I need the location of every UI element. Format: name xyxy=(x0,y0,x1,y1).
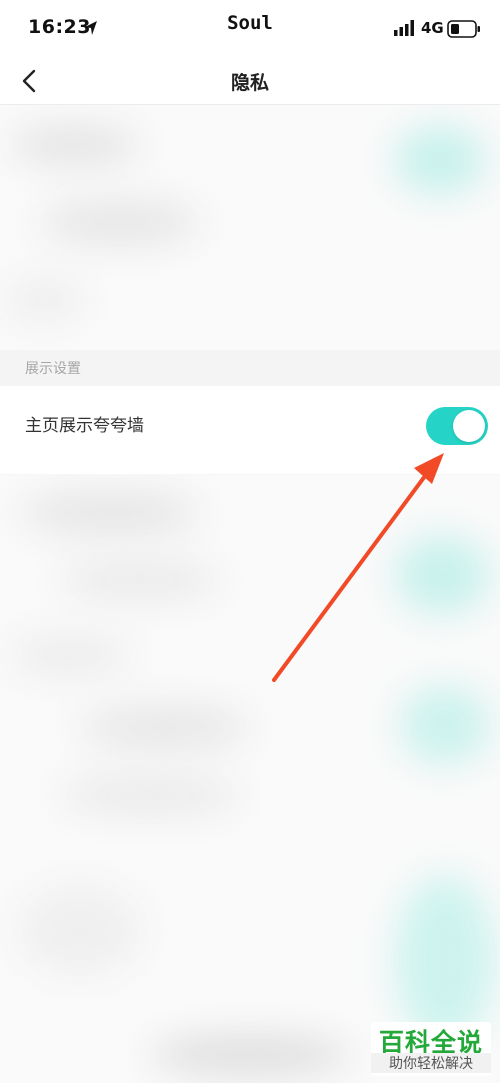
watermark-subtitle: 助你轻松解决 xyxy=(371,1053,491,1073)
blurred-settings-bottom xyxy=(0,475,500,1083)
setting-row-praise-wall: 主页展示夸夸墙 xyxy=(0,386,500,474)
navigation-bar: 隐私 xyxy=(0,58,500,105)
toggle-knob[interactable] xyxy=(453,410,485,442)
watermark-logo: 百科全说 助你轻松解决 xyxy=(371,1022,491,1076)
section-label: 展示设置 xyxy=(25,361,81,377)
status-bar: 16:23 Soul 4G xyxy=(0,0,500,58)
setting-label: 主页展示夸夸墙 xyxy=(25,416,144,436)
praise-wall-toggle[interactable] xyxy=(426,407,488,445)
battery-icon xyxy=(447,20,480,38)
section-header: 展示设置 xyxy=(0,350,500,386)
privacy-settings-screen: 16:23 Soul 4G 隐私 展示设置 主页展示夸夸墙 百科全说 助你轻松解… xyxy=(0,0,500,1083)
network-type: 4G xyxy=(421,19,444,37)
blurred-settings-top xyxy=(0,105,500,350)
signal-strength-icon xyxy=(394,20,414,36)
page-title: 隐私 xyxy=(230,72,269,94)
